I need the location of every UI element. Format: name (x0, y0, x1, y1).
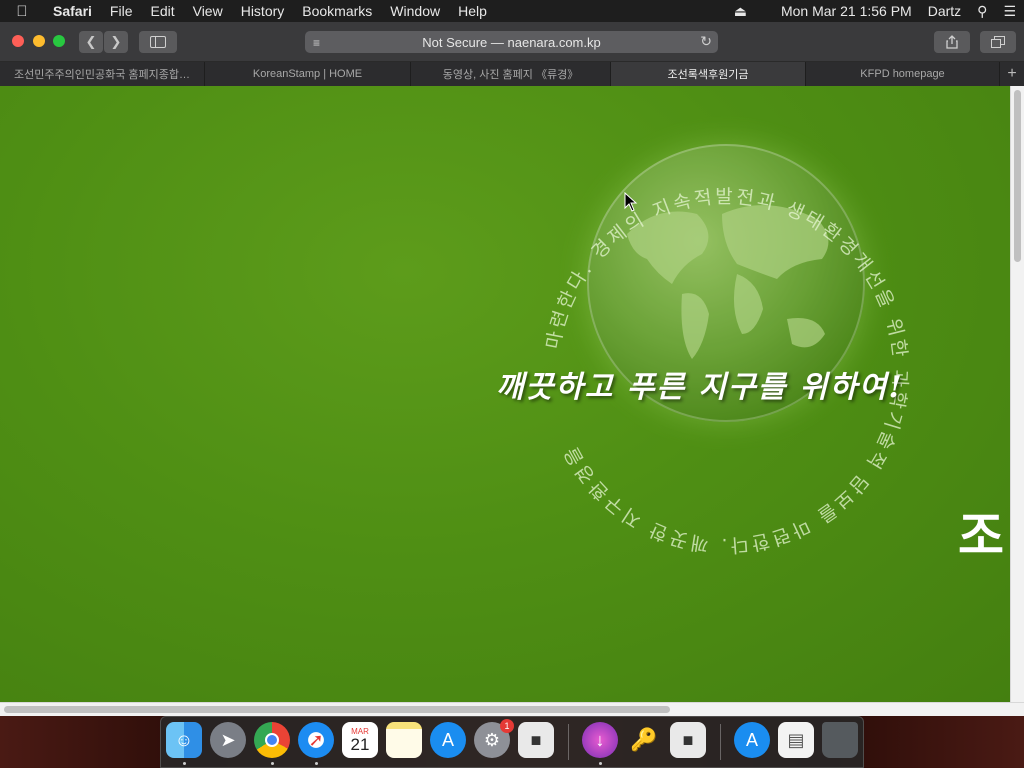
roblox-icon[interactable]: ■ (518, 722, 554, 758)
tab-koreanstamp[interactable]: KoreanStamp | HOME (205, 62, 411, 86)
installer-icon[interactable]: ↓ (582, 722, 618, 758)
address-bar[interactable]: ≡ Not Secure — naenara.com.kp ↻ (305, 31, 718, 53)
share-button[interactable] (934, 31, 970, 53)
dock-separator (720, 724, 721, 760)
document-icon[interactable]: ▤ (778, 722, 814, 758)
horizontal-scrollbar[interactable] (0, 702, 1024, 716)
calendar-icon[interactable]: MAR 21 (342, 722, 378, 758)
running-indicator (599, 762, 602, 765)
trash-icon[interactable] (822, 722, 858, 758)
page-slogan: 깨끗하고 푸른 지구를 위하여! (496, 370, 904, 405)
menu-help[interactable]: Help (449, 0, 496, 22)
menu-bar:  Safari File Edit View History Bookmark… (0, 0, 1024, 22)
launchpad-icon[interactable]: ➤ (210, 722, 246, 758)
sidebar-icon (150, 36, 166, 48)
chevron-right-icon: ❯ (110, 34, 122, 49)
back-button[interactable]: ❮ (79, 31, 103, 53)
tab-overview-button[interactable] (980, 31, 1016, 53)
menu-app-name[interactable]: Safari (44, 0, 101, 22)
menu-bookmarks[interactable]: Bookmarks (293, 0, 381, 22)
menu-view[interactable]: View (184, 0, 232, 22)
vertical-scroll-thumb[interactable] (1014, 90, 1021, 262)
tab-bar: 조선민주주의인민공화국 홈페지종합… KoreanStamp | HOME 동영… (0, 62, 1024, 86)
reader-view-icon[interactable]: ≡ (313, 36, 320, 50)
calendar-day: 21 (350, 735, 370, 754)
menu-window[interactable]: Window (381, 0, 449, 22)
spotlight-search-icon[interactable]: ⚲ (969, 3, 995, 20)
tab-green-fund[interactable]: 조선록색후원기금 (611, 62, 806, 86)
tab-naenara-portal[interactable]: 조선민주주의인민공화국 홈페지종합… (0, 62, 205, 86)
side-title-char: 조 (958, 507, 1004, 565)
tab-kfpd[interactable]: KFPD homepage (806, 62, 1000, 86)
notification-center-icon[interactable]: ☰ (995, 3, 1024, 20)
apple-menu-icon[interactable]:  (0, 3, 44, 20)
close-window-button[interactable] (12, 35, 24, 47)
reload-icon[interactable]: ↻ (700, 33, 712, 50)
menu-edit[interactable]: Edit (141, 0, 183, 22)
chevron-left-icon: ❮ (85, 34, 97, 49)
plus-icon: + (1007, 65, 1017, 82)
finder-icon[interactable]: ☺ (166, 722, 202, 758)
running-indicator (271, 762, 274, 765)
zoom-window-button[interactable] (53, 35, 65, 47)
app-store-icon[interactable]: A (430, 722, 466, 758)
notification-badge: 1 (500, 719, 514, 733)
tab-overview-icon (991, 36, 1005, 48)
horizontal-scroll-thumb[interactable] (4, 706, 670, 713)
keychain-access-icon[interactable]: 🔑 (626, 722, 662, 758)
mouse-cursor-icon (624, 192, 638, 212)
tab-ryugyong[interactable]: 동영상, 사진 홈페지 《류경》 (411, 62, 611, 86)
web-page-content: 마련한다. 경제의 지속적발전과 생태환경개선을 위한 과학기술적 담보를 마련… (0, 86, 1010, 702)
menu-user[interactable]: Dartz (920, 3, 969, 19)
running-indicator (315, 762, 318, 765)
menu-history[interactable]: History (232, 0, 294, 22)
share-icon (946, 35, 958, 49)
running-indicator (183, 762, 186, 765)
eject-icon[interactable]: ⏏ (726, 3, 755, 20)
address-text: Not Secure — naenara.com.kp (422, 34, 601, 50)
menu-file[interactable]: File (101, 0, 142, 22)
vertical-scrollbar[interactable] (1010, 86, 1024, 702)
minimize-window-button[interactable] (33, 35, 45, 47)
menu-clock[interactable]: Mon Mar 21 1:56 PM (773, 3, 920, 19)
sidebar-toggle-button[interactable] (139, 31, 177, 53)
forward-button[interactable]: ❯ (104, 31, 128, 53)
safari-icon[interactable]: ➚ (298, 722, 334, 758)
chrome-icon[interactable] (254, 722, 290, 758)
notes-icon[interactable] (386, 722, 422, 758)
new-tab-button[interactable]: + (1000, 62, 1024, 86)
roblox-studio-icon[interactable]: ■ (670, 722, 706, 758)
dock-separator (568, 724, 569, 760)
app-store-icon[interactable]: A (734, 722, 770, 758)
